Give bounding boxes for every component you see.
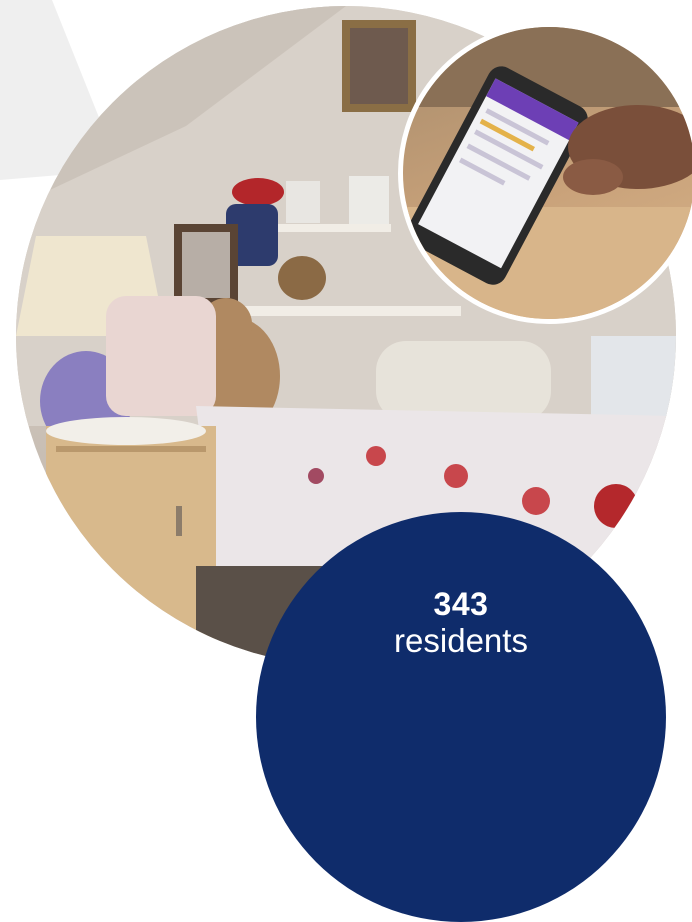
stat-badge — [256, 512, 666, 922]
phone-illustration — [403, 27, 692, 319]
stat-number: 343 — [433, 586, 489, 622]
phone-app-photo — [398, 22, 692, 324]
stat-label: residents — [394, 622, 528, 659]
